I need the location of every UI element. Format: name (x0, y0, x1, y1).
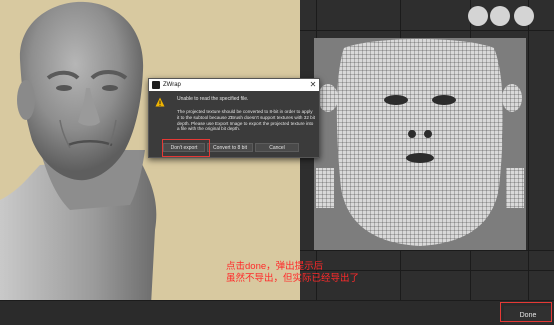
close-icon[interactable]: ✕ (307, 79, 319, 91)
dont-export-highlight-box (162, 139, 210, 157)
uv-layout-panel[interactable] (300, 0, 554, 300)
warning-icon (155, 97, 165, 107)
uv-wireframe (316, 39, 524, 246)
annotation-line-1: 点击done，弹出提示后 (226, 261, 324, 272)
annotation-line-2: 虽然不导出，但实际已经导出了 (226, 273, 360, 284)
uv-ear-islands (468, 6, 534, 26)
uv-texture-sheet (314, 38, 526, 250)
convert-8bit-button[interactable]: Convert to 8 bit (207, 143, 253, 152)
dialog-title: ZWrap (163, 82, 181, 88)
dialog-titlebar[interactable]: ZWrap ✕ (149, 79, 319, 91)
dialog-message-heading: Unable to read the specified file. (177, 96, 249, 102)
done-highlight-box (500, 302, 552, 322)
annotation-text: 点击done，弹出提示后 虽然不导出，但实际已经导出了 (226, 261, 359, 285)
dialog-message-body: The projected texture should be converte… (177, 109, 316, 132)
status-bar (0, 300, 554, 325)
cancel-button[interactable]: Cancel (255, 143, 299, 152)
app-icon (152, 81, 160, 89)
